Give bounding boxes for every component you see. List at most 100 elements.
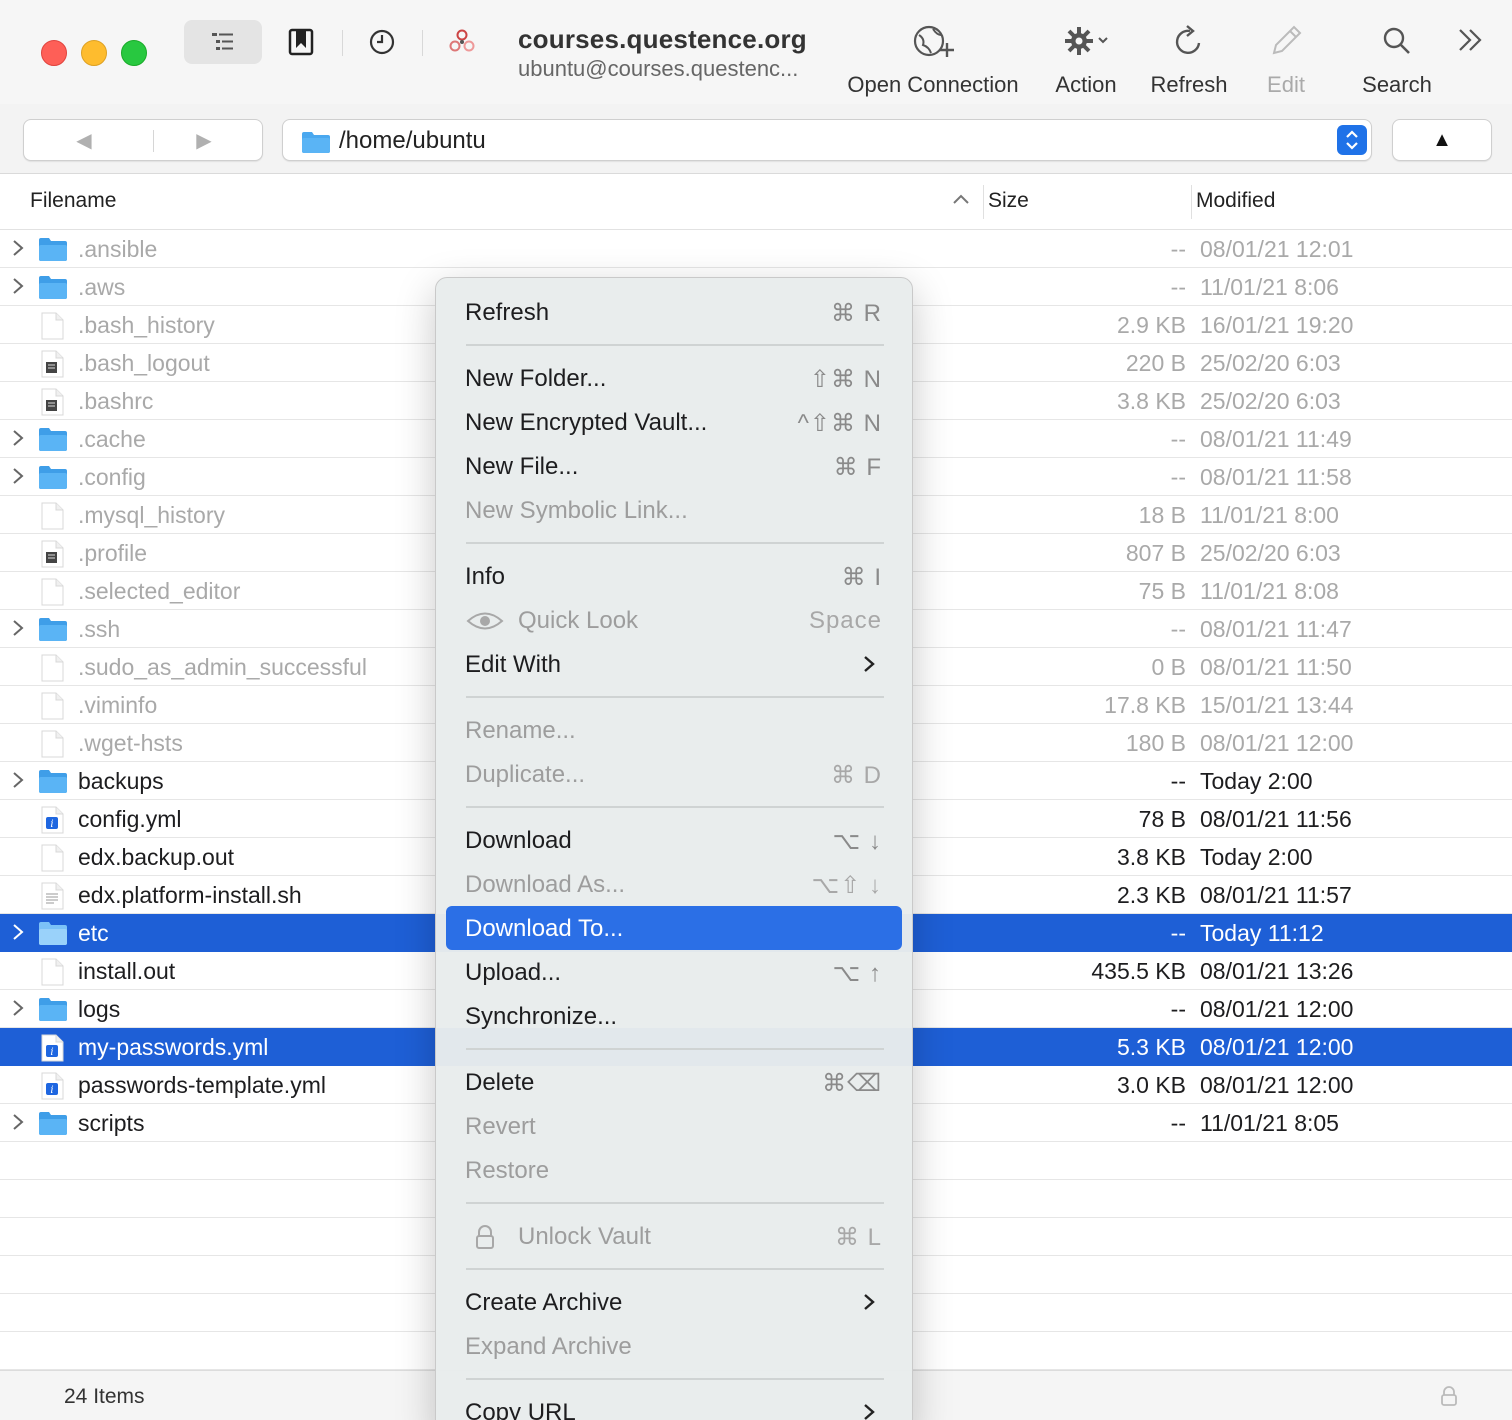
refresh-button[interactable]: Refresh [1146, 18, 1232, 102]
path-stepper[interactable] [1337, 125, 1367, 155]
search-label: Search [1362, 72, 1432, 97]
document-icon [41, 730, 64, 758]
menu-item-info[interactable]: Info ⌘ I [446, 554, 902, 598]
menu-item-label: Duplicate... [465, 761, 586, 788]
file-size: 75 B [1138, 578, 1186, 604]
menu-item-new-file[interactable]: New File... ⌘ F [446, 444, 902, 488]
file-size: -- [1170, 768, 1186, 794]
file-modified: 08/01/21 12:00 [1200, 1034, 1354, 1060]
file-name: .cache [78, 426, 146, 452]
file-modified: Today 11:12 [1200, 920, 1324, 946]
back-button[interactable]: ◀ [24, 120, 144, 160]
folder-icon [39, 466, 67, 489]
menu-item-label: Edit With [465, 651, 562, 678]
document-icon [41, 844, 64, 872]
menu-item-shortcut: ⌘ F [833, 454, 882, 481]
lock-icon [476, 1225, 494, 1249]
file-modified: 08/01/21 12:01 [1200, 236, 1354, 262]
file-size: 0 B [1151, 654, 1186, 680]
file-modified: 08/01/21 13:26 [1200, 958, 1354, 984]
menu-item-label: New Folder... [465, 365, 607, 392]
menu-item-new-folder[interactable]: New Folder... ⇧⌘ N [446, 356, 902, 400]
file-modified: 08/01/21 12:00 [1200, 1072, 1354, 1098]
bookmarks-button[interactable] [279, 22, 323, 62]
open-connection-label: Open Connection [847, 72, 1019, 97]
disclosure-chevron-icon[interactable] [10, 238, 26, 258]
bonjour-button[interactable] [440, 22, 484, 62]
svg-text:i: i [50, 1047, 53, 1058]
menu-item-shortcut: ⌘⌫ [822, 1070, 882, 1097]
table-row[interactable]: .ansible -- 08/01/21 12:01 [0, 230, 1512, 268]
menu-item-shortcut: Space [808, 607, 882, 634]
menu-separator [466, 1378, 884, 1380]
file-size: -- [1170, 236, 1186, 262]
menu-item-download-to[interactable]: Download To... [446, 906, 902, 950]
disclosure-chevron-icon[interactable] [10, 770, 26, 790]
minimize-window-button[interactable] [81, 40, 107, 66]
edit-button[interactable]: Edit [1256, 18, 1316, 102]
file-modified: 08/01/21 12:00 [1200, 996, 1354, 1022]
size-column-header[interactable]: Size [988, 189, 1029, 213]
zoom-window-button[interactable] [121, 40, 147, 66]
disclosure-chevron-icon[interactable] [10, 276, 26, 296]
outline-view-button[interactable] [184, 20, 262, 64]
file-size: 180 B [1125, 730, 1186, 756]
file-name: .wget-hsts [78, 730, 183, 756]
file-size: -- [1170, 464, 1186, 490]
file-name: .sudo_as_admin_successful [78, 654, 367, 680]
path-popup[interactable]: /home/ubuntu [282, 119, 1372, 161]
menu-item-upload[interactable]: Upload... ⌥ ↑ [446, 950, 902, 994]
history-button[interactable] [360, 22, 404, 62]
table-header: Filename Size Modified [0, 175, 1512, 230]
modified-column-header[interactable]: Modified [1196, 189, 1275, 213]
connection-subtitle: ubuntu@courses.questenc... [518, 56, 799, 81]
menu-item-label: Delete [465, 1069, 535, 1096]
shell-script-icon [41, 882, 64, 910]
menu-item-label: Download As... [465, 871, 626, 898]
document-icon [41, 578, 64, 606]
file-name: .viminfo [78, 692, 158, 718]
forward-button[interactable]: ▶ [144, 120, 264, 160]
menu-item-label: Restore [465, 1157, 550, 1184]
menu-item-new-encrypted-vault[interactable]: New Encrypted Vault... ^⇧⌘ N [446, 400, 902, 444]
open-connection-button[interactable]: Open Connection [840, 18, 1026, 102]
menu-item-label: Info [465, 563, 506, 590]
menu-item-duplicate: Duplicate... ⌘ D [446, 752, 902, 796]
menu-item-unlock-vault: Unlock Vault ⌘ L [446, 1214, 902, 1258]
file-size: 5.3 KB [1116, 1034, 1186, 1060]
document-icon [41, 654, 64, 682]
menu-item-label: Revert [465, 1113, 536, 1140]
outline-list-icon [212, 33, 233, 50]
disclosure-chevron-icon[interactable] [10, 922, 26, 942]
disclosure-chevron-icon[interactable] [10, 1112, 26, 1132]
text-script-icon [41, 350, 64, 378]
menu-item-download[interactable]: Download ⌥ ↓ [446, 818, 902, 862]
file-name: edx.platform-install.sh [78, 882, 302, 908]
file-size: 3.8 KB [1116, 388, 1186, 414]
filename-column-header[interactable]: Filename [30, 189, 116, 213]
disclosure-chevron-icon[interactable] [10, 466, 26, 486]
menu-separator [466, 1202, 884, 1204]
menu-item-label: Download To... [465, 915, 624, 942]
menu-item-download-as: Download As... ⌥⇧ ↓ [446, 862, 902, 906]
menu-item-edit-with[interactable]: Edit With [446, 642, 902, 686]
disclosure-chevron-icon[interactable] [10, 998, 26, 1018]
menu-item-refresh[interactable]: Refresh ⌘ R [446, 290, 902, 334]
toolbar: courses.questence.org ubuntu@courses.que… [0, 0, 1512, 104]
toolbar-overflow-button[interactable] [1448, 20, 1492, 60]
menu-item-label: New File... [465, 453, 579, 480]
menu-item-delete[interactable]: Delete ⌘⌫ [446, 1060, 902, 1104]
disclosure-chevron-icon[interactable] [10, 428, 26, 448]
parent-directory-button[interactable]: ▲ [1392, 119, 1492, 161]
menu-item-create-archive[interactable]: Create Archive [446, 1280, 902, 1324]
menu-item-copy-url[interactable]: Copy URL [446, 1390, 902, 1420]
menu-item-label: Create Archive [465, 1289, 623, 1316]
action-button[interactable]: Action [1050, 18, 1122, 102]
close-window-button[interactable] [41, 40, 67, 66]
chevron-right-icon [864, 656, 875, 672]
disclosure-chevron-icon[interactable] [10, 618, 26, 638]
menu-item-synchronize[interactable]: Synchronize... [446, 994, 902, 1038]
search-button[interactable]: Search [1356, 18, 1438, 102]
menu-item-label: Synchronize... [465, 1003, 618, 1030]
file-size: -- [1170, 426, 1186, 452]
